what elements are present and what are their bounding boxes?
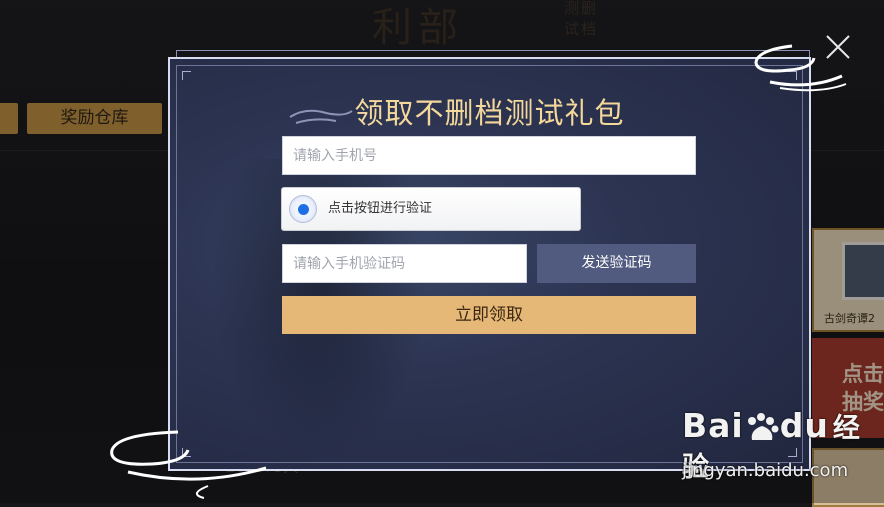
captcha-verify-button[interactable]: 点击按钮进行验证 — [281, 187, 581, 231]
cloud-decoration-icon — [110, 430, 267, 499]
verify-button-label: 点击按钮进行验证 — [328, 201, 433, 216]
baidu-paw-icon — [747, 412, 779, 440]
watermark-url: jingyan.baidu.com — [682, 460, 849, 481]
sms-code-input[interactable] — [282, 244, 527, 283]
close-icon[interactable] — [824, 33, 852, 61]
claim-now-button[interactable]: 立即领取 — [282, 296, 696, 334]
verify-slider-icon — [289, 195, 317, 223]
baidu-jingyan-watermark: Bai du 经验 jingyan.baidu.com — [682, 406, 884, 492]
send-code-button[interactable]: 发送验证码 — [537, 244, 696, 283]
modal-title: 领取不删档测试礼包 — [354, 96, 625, 130]
phone-number-input[interactable] — [282, 136, 696, 175]
corner-ornament — [182, 71, 191, 80]
